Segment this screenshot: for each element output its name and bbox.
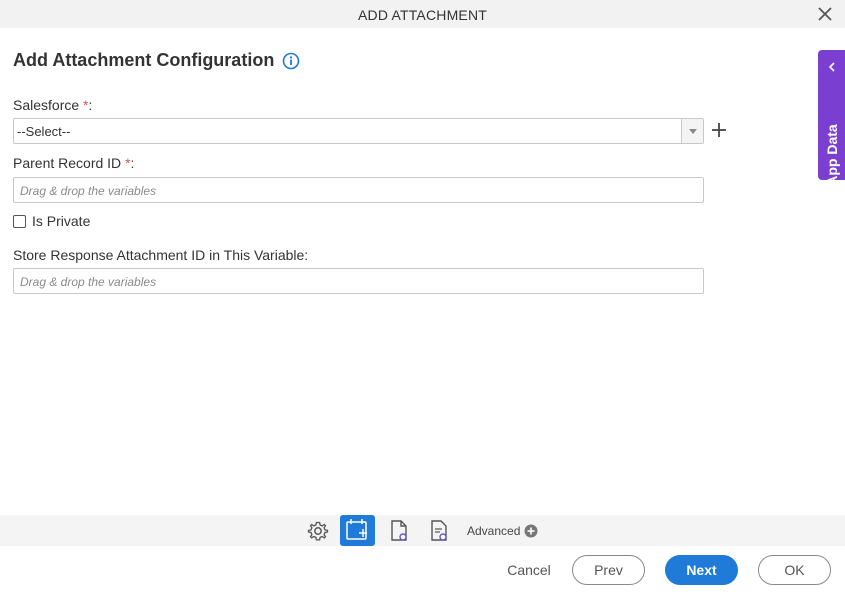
app-data-panel-tab[interactable]: App Data xyxy=(818,50,845,186)
page-title-text: Add Attachment Configuration xyxy=(13,50,275,70)
app-data-label: App Data xyxy=(824,124,840,186)
parent-record-input[interactable]: Drag & drop the variables xyxy=(13,177,704,203)
cancel-button[interactable]: Cancel xyxy=(497,555,561,585)
prev-button[interactable]: Prev xyxy=(572,555,645,585)
info-icon[interactable] xyxy=(282,52,300,70)
dialog-footer: Cancel Prev Next OK xyxy=(0,546,845,595)
document-settings-icon[interactable] xyxy=(426,518,452,544)
advanced-label: Advanced xyxy=(467,524,521,538)
is-private-row[interactable]: Is Private xyxy=(13,213,90,229)
select-dropdown-button[interactable] xyxy=(681,119,703,143)
salesforce-select-value: --Select-- xyxy=(17,124,71,139)
dialog-title: ADD ATTACHMENT xyxy=(357,7,488,23)
bottom-toolbar: Advanced xyxy=(0,515,845,546)
plus-circle-icon xyxy=(524,524,538,538)
close-icon[interactable] xyxy=(817,6,833,22)
ok-button[interactable]: OK xyxy=(758,555,831,585)
is-private-checkbox[interactable] xyxy=(13,214,26,228)
configuration-tab-button[interactable] xyxy=(340,515,375,546)
dialog-titlebar: ADD ATTACHMENT xyxy=(0,0,845,28)
store-response-label: Store Response Attachment ID in This Var… xyxy=(13,247,309,263)
parent-record-placeholder: Drag & drop the variables xyxy=(20,184,157,198)
configuration-icon xyxy=(346,519,367,540)
parent-record-label: Parent Record ID *: xyxy=(13,155,135,171)
gear-icon[interactable] xyxy=(305,518,331,544)
salesforce-label: Salesforce *: xyxy=(13,97,93,113)
add-plus-icon[interactable] xyxy=(710,121,728,139)
salesforce-select[interactable]: --Select-- xyxy=(13,118,704,144)
store-response-input[interactable]: Drag & drop the variables xyxy=(13,268,704,294)
caret-down-icon xyxy=(689,129,697,134)
next-button[interactable]: Next xyxy=(665,555,738,585)
chevron-left-icon xyxy=(828,62,835,72)
advanced-toggle[interactable]: Advanced xyxy=(467,524,538,538)
page-title: Add Attachment Configuration xyxy=(13,50,300,71)
store-response-placeholder: Drag & drop the variables xyxy=(20,275,157,289)
is-private-label: Is Private xyxy=(32,213,91,229)
page-settings-icon[interactable] xyxy=(386,518,412,544)
